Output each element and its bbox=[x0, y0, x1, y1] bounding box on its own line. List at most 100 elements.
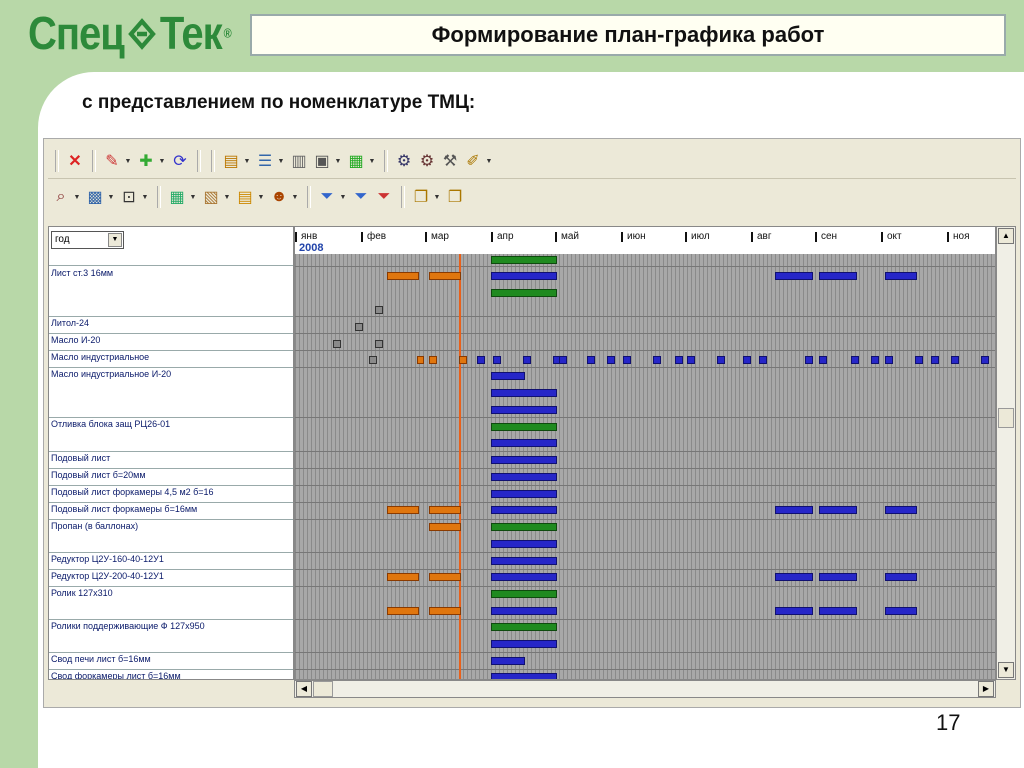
refresh-icon[interactable]: ⟳ bbox=[169, 150, 191, 172]
gantt-bar-planned[interactable] bbox=[743, 356, 751, 364]
window2-icon[interactable]: ❐ bbox=[444, 186, 466, 208]
gantt-bar-planned[interactable] bbox=[491, 607, 557, 615]
list-item[interactable]: Свод печи лист б=16мм bbox=[49, 653, 293, 670]
search-icon[interactable]: ⌕ bbox=[50, 186, 72, 208]
filter-next-icon[interactable]: ⏷ bbox=[350, 186, 372, 208]
list-item[interactable]: Подовый лист bbox=[49, 452, 293, 469]
gantt-bar-planned[interactable] bbox=[491, 439, 557, 447]
gantt-bar-in-progress[interactable] bbox=[429, 356, 437, 364]
scroll-right-icon[interactable]: ▶ bbox=[978, 681, 994, 697]
list-item[interactable]: Отливка блока защ РЦ26-01 bbox=[49, 418, 293, 452]
gantt-bar-in-progress[interactable] bbox=[387, 573, 419, 581]
dropdown-arrow-icon[interactable]: ▼ bbox=[485, 150, 493, 172]
gantt-bar-planned[interactable] bbox=[819, 607, 857, 615]
scroll-left-icon[interactable]: ◀ bbox=[296, 681, 312, 697]
filter-icon[interactable]: ⏷ bbox=[316, 186, 338, 208]
period-select[interactable]: год ▼ bbox=[51, 231, 124, 249]
table-icon[interactable]: ▤ bbox=[234, 186, 256, 208]
gantt-bar-planned[interactable] bbox=[491, 640, 557, 648]
gantt-bar-planned[interactable] bbox=[851, 356, 859, 364]
gantt-bar-planned[interactable] bbox=[871, 356, 879, 364]
dropdown-arrow-icon[interactable]: ▼ bbox=[339, 186, 347, 208]
list-item[interactable]: Свод форкамеры лист б=16мм bbox=[49, 670, 293, 679]
report-icon[interactable]: ▥ bbox=[288, 150, 310, 172]
list-item[interactable]: Литол-24 bbox=[49, 317, 293, 334]
list-item[interactable]: Лист ст.3 16мм bbox=[49, 267, 293, 317]
gantt-bar-planned[interactable] bbox=[491, 406, 557, 414]
edit-doc-icon[interactable]: ✐ bbox=[462, 150, 484, 172]
gantt-bar-planned[interactable] bbox=[981, 356, 989, 364]
gantt-bar-planned[interactable] bbox=[759, 356, 767, 364]
close-icon[interactable]: ✕ bbox=[64, 150, 86, 172]
data-icon[interactable]: ▩ bbox=[84, 186, 106, 208]
dropdown-arrow-icon[interactable]: ▼ bbox=[257, 186, 265, 208]
gantt-bar-planned[interactable] bbox=[491, 540, 557, 548]
gantt-bar-planned[interactable] bbox=[477, 356, 485, 364]
filter-clear-icon[interactable]: ⏷ bbox=[373, 186, 395, 208]
gantt-bar-in-progress[interactable] bbox=[429, 523, 461, 531]
gantt-bar-planned[interactable] bbox=[491, 473, 557, 481]
list-item[interactable]: Ролик 127х310 bbox=[49, 587, 293, 620]
gantt-bar-planned[interactable] bbox=[491, 657, 525, 665]
gantt-bar-planned[interactable] bbox=[491, 456, 557, 464]
list-icon[interactable]: ☰ bbox=[254, 150, 276, 172]
dropdown-arrow-icon[interactable]: ▼ bbox=[141, 186, 149, 208]
dropdown-arrow-icon[interactable]: ▼ bbox=[124, 150, 132, 172]
dropdown-arrow-icon[interactable]: ▼ bbox=[368, 150, 376, 172]
list-item[interactable]: Масло И-20 bbox=[49, 334, 293, 351]
gantt-bar-in-progress[interactable] bbox=[429, 272, 461, 280]
gantt-bar-planned[interactable] bbox=[915, 356, 923, 364]
gantt-grid[interactable] bbox=[295, 254, 995, 679]
gantt-bar-completed[interactable] bbox=[491, 423, 557, 431]
settings2-icon[interactable]: ⚙ bbox=[416, 150, 438, 172]
calendar-icon[interactable]: ▦ bbox=[166, 186, 188, 208]
export-icon[interactable]: ▦ bbox=[345, 150, 367, 172]
scroll-thumb[interactable] bbox=[998, 408, 1014, 428]
scroll-up-icon[interactable]: ▲ bbox=[998, 228, 1014, 244]
dropdown-arrow-icon[interactable]: ▼ bbox=[73, 186, 81, 208]
gantt-bar-planned[interactable] bbox=[675, 356, 683, 364]
document-edit-icon[interactable]: ▤ bbox=[220, 150, 242, 172]
list-item[interactable]: Редуктор Ц2У-160-40-12У1 bbox=[49, 553, 293, 570]
gantt-bar-in-progress[interactable] bbox=[429, 506, 461, 514]
gantt-bar-planned[interactable] bbox=[491, 389, 557, 397]
gantt-bar-inactive[interactable] bbox=[355, 323, 363, 331]
gantt-bar-planned[interactable] bbox=[775, 607, 813, 615]
dropdown-arrow-icon[interactable]: ▼ bbox=[243, 150, 251, 172]
gantt-bar-inactive[interactable] bbox=[375, 340, 383, 348]
list-item[interactable]: Масло индустриальное bbox=[49, 351, 293, 368]
horizontal-scrollbar[interactable]: ◀ ▶ bbox=[294, 680, 996, 698]
gantt-bar-planned[interactable] bbox=[885, 573, 917, 581]
list-item[interactable]: Подовый лист форкамеры б=16мм bbox=[49, 503, 293, 520]
settings-icon[interactable]: ⚙ bbox=[393, 150, 415, 172]
gantt-bar-completed[interactable] bbox=[491, 256, 557, 264]
add-icon[interactable]: ✚ bbox=[135, 150, 157, 172]
gantt-bar-completed[interactable] bbox=[491, 523, 557, 531]
window-icon[interactable]: ❐ bbox=[410, 186, 432, 208]
gantt-bar-in-progress[interactable] bbox=[417, 356, 424, 364]
box-icon[interactable]: ▧ bbox=[200, 186, 222, 208]
gantt-bar-planned[interactable] bbox=[805, 356, 813, 364]
gantt-bar-planned[interactable] bbox=[819, 272, 857, 280]
gantt-bar-planned[interactable] bbox=[623, 356, 631, 364]
gantt-bar-planned[interactable] bbox=[491, 372, 525, 380]
list-item[interactable]: Масло индустриальное И-20 bbox=[49, 368, 293, 418]
vertical-scrollbar[interactable]: ▲ ▼ bbox=[996, 226, 1016, 680]
gantt-bar-planned[interactable] bbox=[717, 356, 725, 364]
dropdown-arrow-icon[interactable]: ▼ bbox=[189, 186, 197, 208]
gantt-bar-planned[interactable] bbox=[493, 356, 501, 364]
dropdown-arrow-icon[interactable]: ▼ bbox=[223, 186, 231, 208]
gantt-bar-planned[interactable] bbox=[687, 356, 695, 364]
gantt-bar-planned[interactable] bbox=[775, 573, 813, 581]
chevron-down-icon[interactable]: ▼ bbox=[108, 233, 122, 247]
list-item[interactable]: Подовый лист б=20мм bbox=[49, 469, 293, 486]
gantt-bar-planned[interactable] bbox=[775, 506, 813, 514]
gantt-bar-completed[interactable] bbox=[491, 590, 557, 598]
gantt-bar-planned[interactable] bbox=[819, 573, 857, 581]
gantt-bar-planned[interactable] bbox=[819, 356, 827, 364]
gantt-bar-inactive[interactable] bbox=[375, 306, 383, 314]
list-item[interactable]: Подовый лист форкамеры 4,5 м2 б=16 bbox=[49, 486, 293, 503]
dropdown-arrow-icon[interactable]: ▼ bbox=[158, 150, 166, 172]
gantt-bar-planned[interactable] bbox=[607, 356, 615, 364]
gantt-bar-in-progress[interactable] bbox=[429, 573, 461, 581]
